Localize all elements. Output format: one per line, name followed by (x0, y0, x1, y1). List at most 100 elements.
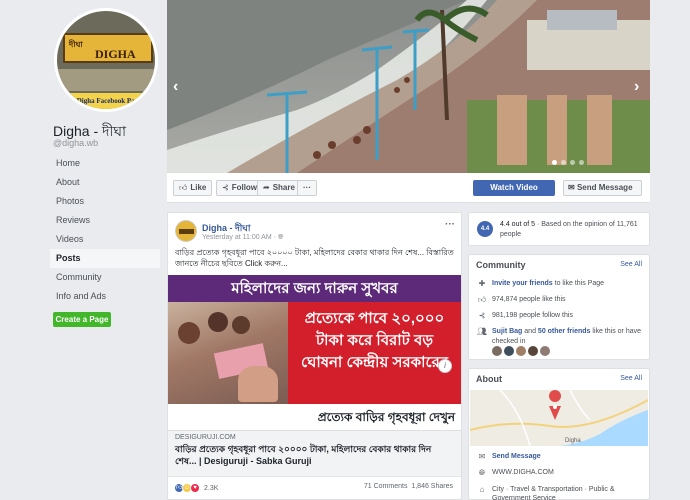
shares-count[interactable]: 1,846 Shares (411, 483, 453, 490)
avatar-station-stripe (57, 69, 155, 91)
thumbs-up-icon: 👍︎ (477, 295, 487, 304)
feed-post: Digha - দীঘা Yesterday at 11:00 AM · 🌐︎ … (167, 212, 462, 500)
rss-icon: ⊰ (478, 311, 486, 320)
rating-text: 4.4 out of 5 · Based on the opinion of 1… (500, 220, 646, 240)
messenger-icon: ✉ (568, 183, 577, 192)
page-nav: Home About Photos Reviews Videos Posts C… (50, 154, 160, 306)
nav-item-videos[interactable]: Videos (50, 230, 160, 249)
carousel-dot[interactable] (570, 160, 575, 165)
like-label: Like (190, 183, 207, 192)
carousel-dot[interactable] (552, 160, 557, 165)
friend-name-link[interactable]: Sujit Bag (492, 328, 522, 335)
invite-friends-link[interactable]: Invite your friends (492, 280, 553, 287)
link-title: বাড়ির প্রত্যেক গৃহবধূরা পাবে ২০০০০ টাকা… (175, 444, 432, 466)
page-handle[interactable]: @digha.wb (53, 138, 98, 148)
carousel-dot[interactable] (579, 160, 584, 165)
community-card: Community See All ✚ Invite your friends t… (468, 254, 650, 360)
share-arrow-icon: ➦ (263, 183, 270, 192)
post-image[interactable]: মহিলাদের জন্য দারুন সুখবর প্রত্যেকে পাবে… (168, 275, 461, 430)
send-message-button[interactable]: ✉ Send Message (563, 180, 642, 196)
more-options-button[interactable]: ··· (297, 180, 317, 196)
follow-button[interactable]: ⊰ Follow (216, 180, 264, 196)
love-reaction-icon: ♥ (190, 483, 200, 493)
rating-badge: 4.4 (477, 221, 493, 237)
image-caption: প্রত্যেক বাড়ির গৃহবধূরা দেখুন (168, 404, 461, 430)
messenger-icon: ✉ (478, 452, 486, 461)
nav-item-about[interactable]: About (50, 173, 160, 192)
link-preview[interactable]: DESIGURUJI.COM বাড়ির প্রত্যেক গৃহবধূরা … (168, 430, 461, 476)
avatar[interactable] (492, 346, 502, 356)
about-send-message-link[interactable]: Send Message (492, 453, 541, 460)
avatar-sign: দীঘা DIGHA (63, 33, 153, 63)
follows-row: ⊰ 981,198 people follow this (476, 311, 646, 321)
comments-count[interactable]: 71 Comments (364, 483, 408, 490)
category-text[interactable]: City · Travel & Transportation · Public … (492, 486, 615, 500)
nav-item-reviews[interactable]: Reviews (50, 211, 160, 230)
cover-photo-image (167, 0, 650, 173)
thumbs-up-icon: 👍︎ (179, 183, 188, 192)
person-shape (178, 322, 200, 344)
friends-icon: 👥︎ (476, 327, 488, 336)
website-link[interactable]: WWW.DIGHA.COM (492, 469, 554, 476)
tag-icon: ⌂ (479, 485, 485, 494)
nav-item-home[interactable]: Home (50, 154, 160, 173)
reactions-summary[interactable]: 👍︎ ☺ ♥ 2.3K (174, 483, 218, 493)
share-button[interactable]: ➦ Share (257, 180, 301, 196)
about-see-all-link[interactable]: See All (620, 375, 642, 382)
avatar[interactable] (504, 346, 514, 356)
follows-count: 981,198 people follow this (492, 312, 573, 319)
avatar[interactable] (516, 346, 526, 356)
watch-video-button[interactable]: Watch Video (473, 180, 555, 196)
post-options-button[interactable]: ··· (445, 219, 455, 230)
like-button[interactable]: 👍︎ Like (173, 180, 213, 196)
globe-icon: 🌐︎ (277, 234, 284, 241)
image-red-line: টাকা করে বিরাট বড় (315, 332, 434, 349)
rss-icon: ⊰ (222, 183, 229, 192)
image-red-line: প্রত্যেকে পাবে ২০,০০০ (304, 310, 445, 327)
cover-photo[interactable]: ‹ › (167, 0, 650, 173)
person-shape (208, 312, 228, 332)
comments-shares: 71 Comments 1,846 Shares (364, 483, 453, 490)
image-red-panel: প্রত্যেকে পাবে ২০,০০০ টাকা করে বিরাট বড়… (288, 302, 461, 404)
image-red-line: ঘোষনা কেন্দ্রীয় সরকারের (301, 354, 448, 371)
likes-row: 👍︎ 974,874 people like this (476, 295, 646, 305)
nav-item-photos[interactable]: Photos (50, 192, 160, 211)
left-sidebar: দীঘা DIGHA Digha Facebook Page Digha - দ… (0, 0, 166, 500)
create-page-button[interactable]: Create a Page (53, 312, 111, 327)
community-title: Community (476, 260, 526, 270)
hand-shape (238, 366, 278, 402)
chevron-left-icon[interactable]: ‹ (173, 78, 178, 96)
about-send-message-row: ✉ Send Message (476, 452, 646, 461)
nav-item-community[interactable]: Community (50, 268, 160, 287)
image-banner-text: মহিলাদের জন্য দারুন সুখবর (168, 275, 461, 302)
info-icon[interactable]: i (438, 359, 452, 373)
post-time-text: Yesterday at 11:00 AM · (202, 234, 278, 241)
chevron-right-icon[interactable]: › (634, 78, 639, 96)
rating-score: 4.4 out of 5 (500, 221, 536, 228)
nav-item-posts[interactable]: Posts (50, 249, 160, 268)
page-profile-picture[interactable]: দীঘা DIGHA Digha Facebook Page (54, 8, 158, 112)
avatar[interactable] (540, 346, 550, 356)
post-text: বাড়ির প্রত্যেক গৃহবধূরা পাবে ২০০০০ টাকা… (175, 248, 454, 268)
avatar-ribbon-text: Digha Facebook Page (57, 93, 155, 109)
about-title: About (476, 374, 502, 384)
person-shape (232, 316, 250, 334)
link-domain: DESIGURUJI.COM (175, 434, 236, 441)
post-timestamp[interactable]: Yesterday at 11:00 AM · 🌐︎ (202, 234, 284, 242)
carousel-dot[interactable] (561, 160, 566, 165)
post-author-avatar[interactable] (175, 220, 197, 242)
other-friends-link[interactable]: 50 other friends (538, 328, 591, 335)
invite-friends-row: ✚ Invite your friends to like this Page (476, 279, 646, 289)
about-card: About See All Digha ✉ Send Message 🌐︎ WWW.… (468, 368, 650, 500)
send-message-label: Send Message (576, 183, 633, 192)
community-see-all-link[interactable]: See All (620, 261, 642, 268)
map-place-label: Digha (565, 438, 581, 444)
category-row: ⌂ City · Travel & Transportation · Public… (476, 485, 646, 500)
nav-item-info-and-ads[interactable]: Info and Ads (50, 287, 160, 306)
avatar[interactable] (528, 346, 538, 356)
location-map[interactable]: Digha (470, 390, 648, 446)
share-label: Share (272, 183, 295, 192)
invite-friends-icon: ✚ (478, 279, 486, 288)
friends-row: 👥︎ Sujit Bag and 50 other friends like th… (476, 327, 646, 347)
likes-count: 974,874 people like this (492, 296, 566, 303)
